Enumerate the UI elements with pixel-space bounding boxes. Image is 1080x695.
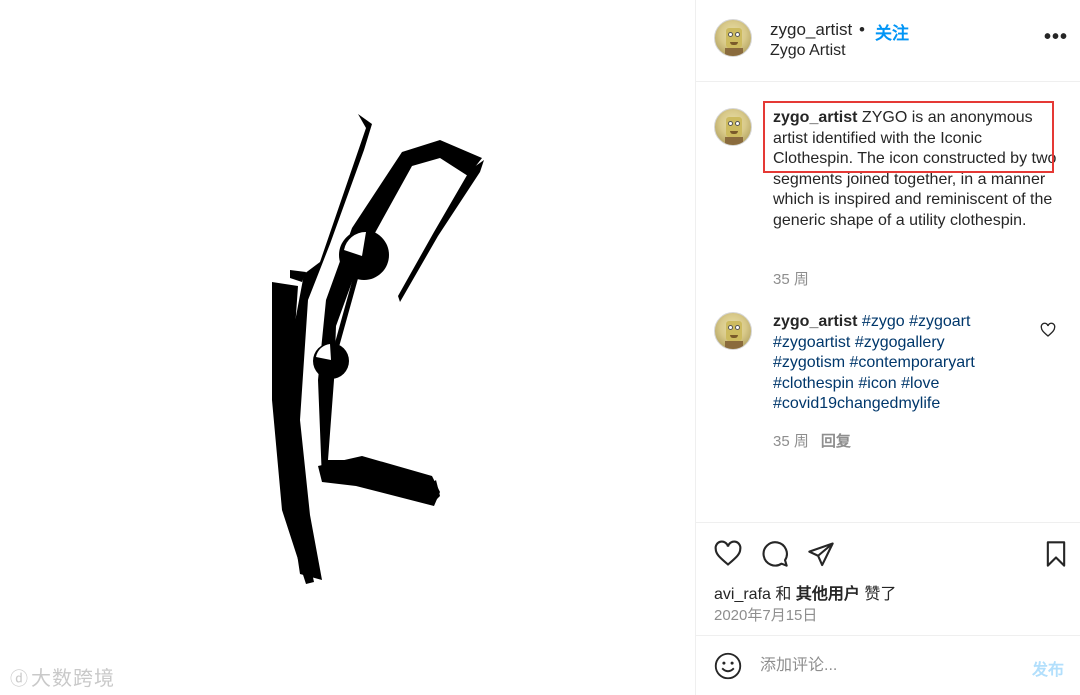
comment-like-heart-icon[interactable] <box>1040 322 1056 338</box>
header-location[interactable]: Zygo Artist <box>770 42 846 60</box>
avatar-face <box>726 321 742 341</box>
avatar-eye <box>735 121 740 126</box>
avatar-face <box>726 117 742 137</box>
heart-icon[interactable] <box>714 540 742 568</box>
comment-username[interactable]: zygo_artist <box>773 313 857 330</box>
hashtag-link[interactable]: #zygoart <box>909 313 970 330</box>
avatar-eye <box>735 325 740 330</box>
avatar-eye <box>728 121 733 126</box>
avatar-pants <box>725 341 743 349</box>
likes-user[interactable]: avi_rafa <box>714 586 771 603</box>
hashtag-link[interactable]: #covid19changedmylife <box>773 395 940 412</box>
avatar-face <box>726 28 742 48</box>
hashtag-link[interactable]: #zygogallery <box>855 334 945 351</box>
post-header: zygo_artist • 关注 Zygo Artist ••• <box>696 0 1080 82</box>
watermark-text: 大数跨境 <box>31 666 115 690</box>
caption-time[interactable]: 35 周 <box>773 268 809 289</box>
hashtag-link[interactable]: #zygotism <box>773 354 845 371</box>
watermark-logo-icon: ⓓ <box>10 669 29 690</box>
share-icon[interactable] <box>807 540 835 568</box>
comment-input[interactable] <box>760 654 1010 678</box>
reply-button[interactable]: 回复 <box>821 433 851 450</box>
hashtag-link[interactable]: #love <box>901 375 939 392</box>
likes-others[interactable]: 其他用户 <box>796 586 860 603</box>
emoji-icon[interactable] <box>714 652 742 680</box>
comment-icon[interactable] <box>761 540 789 568</box>
hashtag-link[interactable]: #icon <box>858 375 896 392</box>
post-image: ⓓ 大数跨境 <box>0 0 695 695</box>
comment-text: zygo_artist #zygo #zygoart #zygoartist #… <box>773 312 1013 415</box>
avatar[interactable] <box>714 312 752 350</box>
watermark: ⓓ 大数跨境 <box>10 662 115 691</box>
likes-suffix: 赞了 <box>864 586 897 603</box>
header-username[interactable]: zygo_artist <box>770 20 852 40</box>
comment-compose: 发布 <box>696 635 1080 695</box>
avatar-eye <box>728 325 733 330</box>
action-bar: avi_rafa 和 其他用户 赞了 2020年7月15日 <box>696 522 1080 635</box>
comment-meta: 35 周回复 <box>773 430 851 451</box>
hashtag-link[interactable]: #clothespin <box>773 375 854 392</box>
caption-text: zygo_artist ZYGO is an anonymous artist … <box>773 108 1063 231</box>
likes-summary: avi_rafa 和 其他用户 赞了 <box>714 580 896 604</box>
avatar-pants <box>725 48 743 56</box>
avatar-eye <box>728 32 733 37</box>
post-comment-button[interactable]: 发布 <box>1032 656 1064 680</box>
caption-username[interactable]: zygo_artist <box>773 109 857 126</box>
comment-time[interactable]: 35 周 <box>773 433 809 450</box>
avatar-pants <box>725 137 743 145</box>
bookmark-icon[interactable] <box>1042 540 1070 568</box>
header-separator: • <box>859 20 865 39</box>
hashtag-link[interactable]: #zygoartist <box>773 334 850 351</box>
avatar[interactable] <box>714 19 752 57</box>
hashtag-link[interactable]: #contemporaryart <box>849 354 974 371</box>
clothespin-artwork <box>272 114 484 584</box>
more-horizontal-icon[interactable]: ••• <box>1044 26 1068 49</box>
post-date[interactable]: 2020年7月15日 <box>714 604 817 625</box>
caption-body: ZYGO is an anonymous artist identified w… <box>773 109 1057 229</box>
follow-button[interactable]: 关注 <box>875 19 909 44</box>
hashtag-link[interactable]: #zygo <box>862 313 905 330</box>
avatar-eye <box>735 32 740 37</box>
avatar[interactable] <box>714 108 752 146</box>
post-side-panel: zygo_artist • 关注 Zygo Artist ••• zygo_ar… <box>695 0 1080 695</box>
likes-and: 和 <box>775 586 792 603</box>
